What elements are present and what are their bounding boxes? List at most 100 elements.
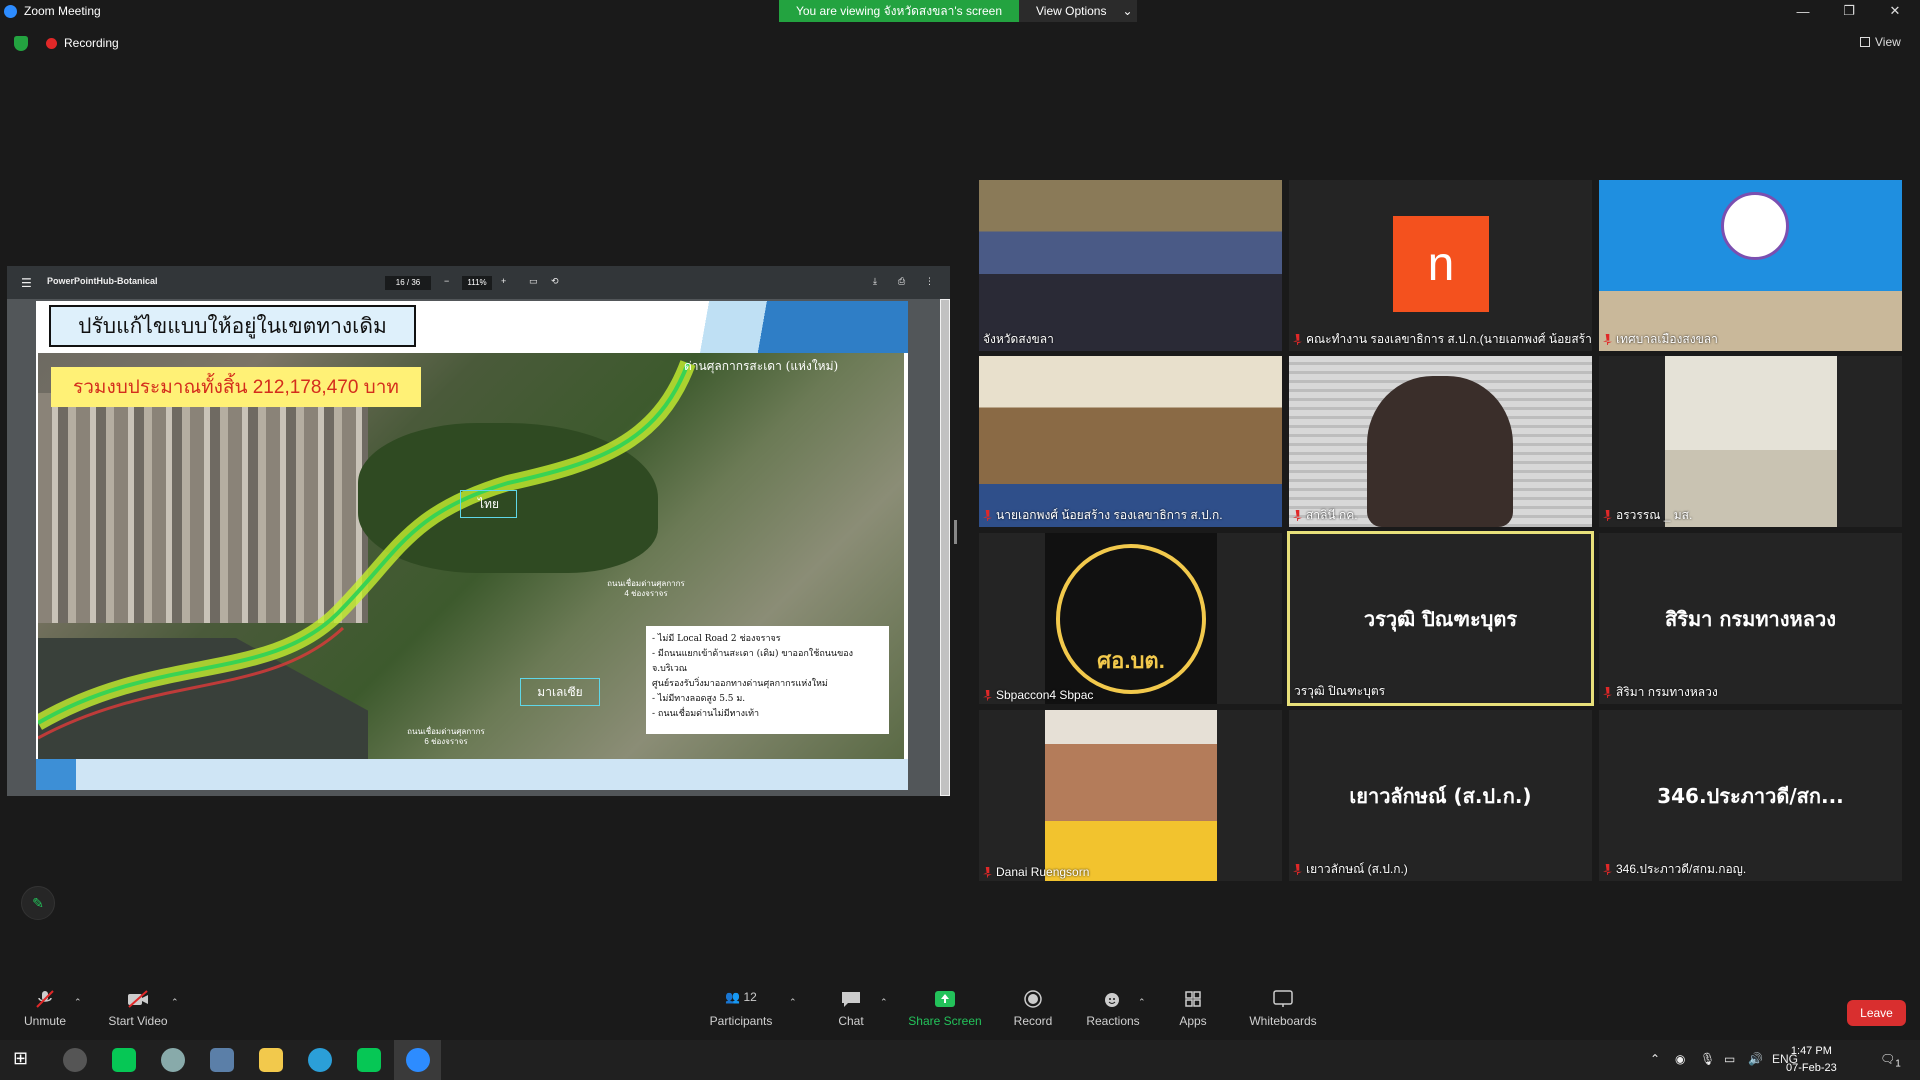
video-tile[interactable]: 346.ประภาวดี/สก... 346.ประภาวดี/สกม.กอญ.	[1599, 710, 1902, 881]
video-tile[interactable]: เยาวลักษณ์ (ส.ป.ก.) เยาวลักษณ์ (ส.ป.ก.)	[1289, 710, 1592, 881]
network-icon[interactable]: ▭	[1724, 1052, 1735, 1066]
video-tile[interactable]: อรวรรณ _ มส.	[1599, 356, 1902, 527]
shield-icon[interactable]	[14, 36, 28, 51]
video-tile-active-speaker[interactable]: วรวุฒิ ปิณฑะบุตร วรวุฒิ ปิณฑะบุตร	[1287, 531, 1594, 706]
participant-name: อรวรรณ _ มส.	[1603, 506, 1692, 525]
chevron-up-icon[interactable]: ⌃	[171, 997, 179, 1008]
zoom-out-icon[interactable]: −	[444, 276, 449, 286]
participant-name: นายเอกพงศ์ น้อยสร้าง รองเลขาธิการ ส.ป.ก.	[983, 506, 1223, 525]
chat-button[interactable]: Chat	[811, 990, 891, 1028]
chevron-up-icon[interactable]: ⌃	[789, 997, 797, 1008]
participant-video	[979, 356, 1282, 527]
participant-display-name: 346.ประภาวดี/สก...	[1657, 783, 1844, 808]
participants-button[interactable]: 👥 12 Participants	[701, 990, 781, 1028]
microphone-icon[interactable]: 🎙	[1700, 1052, 1715, 1066]
share-screen-button[interactable]: Share Screen	[905, 990, 985, 1028]
leave-button[interactable]: Leave	[1847, 1000, 1906, 1026]
video-tile[interactable]: ศอ.บต. Sbpaccon4 Sbpac	[979, 533, 1282, 704]
menu-icon[interactable]: ☰	[21, 276, 32, 290]
splitter-handle[interactable]	[954, 520, 957, 544]
thai-label: ไทย	[460, 490, 517, 518]
budget-callout: รวมงบประมาณทั้งสิ้น 212,178,470 บาท	[51, 367, 421, 407]
muted-mic-icon	[983, 866, 992, 878]
record-button[interactable]: Record	[993, 990, 1073, 1028]
avatar: n	[1393, 216, 1489, 312]
video-tile[interactable]: สาลินี กค.	[1289, 356, 1592, 527]
edge-browser-icon[interactable]	[308, 1048, 332, 1072]
muted-mic-icon	[983, 510, 992, 521]
emblem-video: ศอ.บต.	[1045, 533, 1217, 704]
zoom-app-icon[interactable]	[406, 1048, 430, 1072]
notes-box: - ไม่มี Local Road 2 ช่องจราจร - มีถนนแย…	[646, 626, 889, 734]
view-options-label: View Options	[1036, 4, 1107, 18]
chevron-up-icon[interactable]: ⌃	[74, 997, 82, 1008]
video-off-icon	[128, 990, 148, 1008]
video-tile[interactable]: เทศบาลเมืองสงขลา	[1599, 180, 1902, 351]
pdf-scrollbar-thumb[interactable]	[941, 300, 949, 795]
view-options-button[interactable]: View Options ⌄	[1019, 0, 1137, 22]
windows-taskbar	[0, 1040, 1920, 1080]
zoom-in-icon[interactable]: +	[501, 276, 506, 286]
calculator-icon[interactable]	[210, 1048, 234, 1072]
participant-name: สิริมา กรมทางหลวง	[1603, 683, 1718, 702]
participant-name: เทศบาลเมืองสงขลา	[1603, 330, 1718, 349]
more-icon[interactable]: ⋮	[925, 276, 934, 287]
app-icon[interactable]	[63, 1048, 87, 1072]
apps-button[interactable]: Apps	[1153, 990, 1233, 1028]
rotate-icon[interactable]: ⟲	[551, 276, 559, 287]
video-tile[interactable]: นายเอกพงศ์ น้อยสร้าง รองเลขาธิการ ส.ป.ก.	[979, 356, 1282, 527]
window-title: Zoom Meeting	[24, 4, 101, 18]
video-tile[interactable]: n คณะทำงาน รองเลขาธิการ ส.ป.ก.(นายเอกพงศ…	[1289, 180, 1592, 351]
line-app-icon[interactable]	[112, 1048, 136, 1072]
zoom-logo-icon	[4, 4, 17, 18]
page-indicator[interactable]: 16 / 36	[385, 276, 431, 290]
view-button[interactable]: View	[1860, 35, 1901, 49]
muted-mic-icon	[36, 990, 54, 1008]
camera-icon[interactable]: ◉	[1675, 1052, 1685, 1066]
volume-icon[interactable]: 🔊	[1748, 1052, 1763, 1066]
note-line: ศูนย์รองรับวิ่งมาออกทางด่านศุลกากรแห่งให…	[652, 679, 828, 689]
unmute-button[interactable]: Unmute	[5, 990, 85, 1028]
malaysia-label: มาเลเซีย	[520, 678, 600, 706]
notification-icon[interactable]: 🗨1	[1880, 1052, 1901, 1069]
reactions-button[interactable]: Reactions	[1073, 990, 1153, 1028]
windows-start-icon[interactable]: ⊞	[13, 1048, 37, 1072]
slide: ปรับแก้ไขแบบให้อยู่ในเขตทางเดิม รวมงบประ…	[36, 301, 908, 790]
line-app-icon[interactable]	[357, 1048, 381, 1072]
checkpoint-label: ด่านศุลกากรสะเดา (แห่งใหม่)	[684, 359, 839, 373]
chevron-up-icon[interactable]: ⌃	[880, 997, 888, 1008]
zoom-level[interactable]: 111%	[462, 276, 492, 290]
note-line: - ไม่มีทางลอดสูง 5.5 ม.	[652, 694, 746, 704]
muted-mic-icon	[1603, 510, 1612, 521]
pdf-scrollbar[interactable]	[940, 299, 950, 796]
chevron-up-icon[interactable]: ⌃	[1650, 1052, 1660, 1066]
muted-mic-icon	[1603, 334, 1612, 345]
participant-video	[1665, 356, 1837, 527]
start-video-button[interactable]: Start Video	[98, 990, 178, 1028]
annotate-pen-icon[interactable]: ✎	[21, 886, 55, 920]
fit-page-icon[interactable]: ▭	[529, 276, 538, 287]
video-tile[interactable]: สิริมา กรมทางหลวง สิริมา กรมทางหลวง	[1599, 533, 1902, 704]
pdf-doc-title: PowerPointHub-Botanical	[47, 276, 158, 286]
muted-mic-icon	[1603, 864, 1612, 875]
video-tile[interactable]: Danai Ruengsorn	[979, 710, 1282, 881]
download-icon[interactable]: ⤓	[873, 276, 877, 287]
participant-display-name: เยาวลักษณ์ (ส.ป.ก.)	[1349, 783, 1532, 808]
muted-mic-icon	[1603, 687, 1612, 698]
clock[interactable]: 1:47 PM 07-Feb-23	[1786, 1043, 1837, 1077]
chevron-up-icon[interactable]: ⌃	[1138, 997, 1146, 1008]
app-icon[interactable]	[161, 1048, 185, 1072]
minimize-button[interactable]: —	[1780, 0, 1826, 22]
note-line: - ถนนเชื่อมด่านไม่มีทางเท้า	[652, 709, 760, 719]
print-icon[interactable]: ⎙	[898, 276, 905, 287]
file-explorer-icon[interactable]	[259, 1048, 283, 1072]
restore-button[interactable]: ❐	[1826, 0, 1872, 22]
muted-mic-icon	[1293, 334, 1302, 345]
whiteboards-button[interactable]: Whiteboards	[1243, 990, 1323, 1028]
close-button[interactable]: ✕	[1872, 0, 1918, 22]
sbpac-emblem-icon: ศอ.บต.	[1056, 543, 1206, 694]
road-6lane-label: ถนนเชื่อมด่านศุลกากร 6 ช่องจราจร	[407, 727, 485, 746]
note-line: - มีถนนแยกเข้าด้านสะเดา (เดิม) ขาออกใช้ถ…	[652, 649, 854, 674]
video-tile[interactable]: จังหวัดสงขลา	[979, 180, 1282, 351]
participant-name: Sbpaccon4 Sbpac	[983, 688, 1093, 702]
